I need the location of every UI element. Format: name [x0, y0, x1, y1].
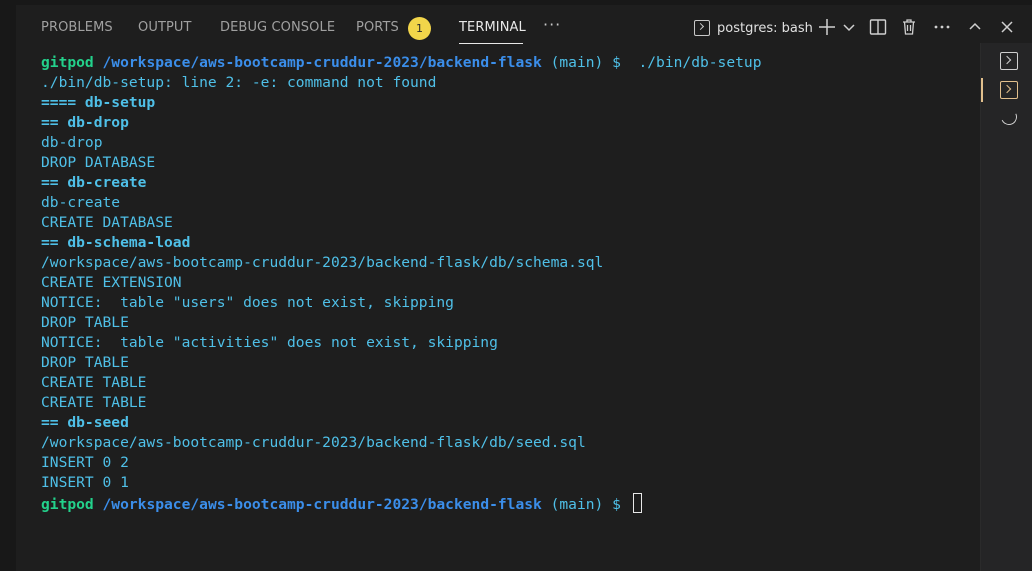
- terminal-text: CREATE TABLE: [41, 374, 147, 391]
- terminal-text: INSERT 0 1: [41, 474, 129, 491]
- prompt-user: gitpod: [41, 496, 94, 513]
- terminal-text: /workspace/aws-bootcamp-cruddur-2023/bac…: [41, 254, 604, 271]
- terminal-line: == db-seed: [41, 413, 981, 433]
- chevron-up-icon[interactable]: [964, 16, 986, 38]
- active-tab-indicator: [459, 43, 523, 44]
- terminal-text: ==== db-setup: [41, 94, 156, 111]
- terminal-text: CREATE TABLE: [41, 394, 147, 411]
- terminal-tab-1[interactable]: [981, 47, 1032, 75]
- terminal-text: DROP TABLE: [41, 354, 129, 371]
- terminal-line: gitpod /workspace/aws-bootcamp-cruddur-2…: [41, 53, 981, 73]
- terminal-text: (main) $ ./bin/db-setup: [541, 54, 762, 71]
- terminal-line: DROP TABLE: [41, 353, 981, 373]
- terminal-text: == db-create: [41, 174, 147, 191]
- ports-count-badge: 1: [408, 17, 431, 40]
- terminal-line: /workspace/aws-bootcamp-cruddur-2023/bac…: [41, 433, 981, 453]
- split-terminal-icon[interactable]: [867, 16, 889, 38]
- terminal-line: NOTICE: table "activities" does not exis…: [41, 333, 981, 353]
- terminal-text: ./bin/db-setup: line 2: -e: command not …: [41, 74, 437, 91]
- terminal-line: == db-create: [41, 173, 981, 193]
- terminal-name: postgres: bash: [717, 20, 813, 36]
- chevron-down-icon[interactable]: [838, 16, 860, 38]
- terminal-text: == db-schema-load: [41, 234, 191, 251]
- tab-problems[interactable]: PROBLEMS: [41, 5, 113, 43]
- prompt-user: gitpod: [41, 54, 94, 71]
- terminal-line: NOTICE: table "users" does not exist, sk…: [41, 293, 981, 313]
- terminal-tab-3[interactable]: [981, 105, 1032, 133]
- prompt-path: /workspace/aws-bootcamp-cruddur-2023/bac…: [102, 54, 542, 71]
- terminal-line: gitpod /workspace/aws-bootcamp-cruddur-2…: [41, 493, 981, 513]
- terminal-line: DROP TABLE: [41, 313, 981, 333]
- prompt-path: /workspace/aws-bootcamp-cruddur-2023/bac…: [102, 496, 542, 513]
- terminal-text: db-drop: [41, 134, 103, 151]
- terminal-line: db-create: [41, 193, 981, 213]
- terminal-text: DROP TABLE: [41, 314, 129, 331]
- terminal-line: INSERT 0 2: [41, 453, 981, 473]
- terminal-text: /workspace/aws-bootcamp-cruddur-2023/bac…: [41, 434, 586, 451]
- panel-tabbar: PROBLEMS OUTPUT DEBUG CONSOLE PORTS 1 TE…: [16, 5, 1032, 44]
- terminal-text: NOTICE: table "users" does not exist, sk…: [41, 294, 454, 311]
- terminal-line: CREATE TABLE: [41, 373, 981, 393]
- close-icon[interactable]: [996, 16, 1018, 38]
- terminal-line: CREATE DATABASE: [41, 213, 981, 233]
- terminal-icon: [1000, 52, 1018, 70]
- terminal-text: (main) $: [541, 496, 630, 513]
- terminal-line: DROP DATABASE: [41, 153, 981, 173]
- tab-output[interactable]: OUTPUT: [138, 5, 192, 43]
- terminal-line: INSERT 0 1: [41, 473, 981, 493]
- terminal-cursor: [632, 493, 642, 513]
- terminal-text: DROP DATABASE: [41, 154, 156, 171]
- tab-ports[interactable]: PORTS: [356, 5, 399, 43]
- terminal-line: /workspace/aws-bootcamp-cruddur-2023/bac…: [41, 253, 981, 273]
- terminal-text: CREATE EXTENSION: [41, 274, 182, 291]
- editor-gutter: [0, 0, 16, 571]
- terminal-icon: [1000, 81, 1018, 99]
- terminal-line: == db-schema-load: [41, 233, 981, 253]
- terminal-line: CREATE TABLE: [41, 393, 981, 413]
- spinner-icon: [998, 106, 1020, 128]
- terminal-text: == db-seed: [41, 414, 129, 431]
- more-views-ellipsis-icon[interactable]: ···: [543, 15, 561, 34]
- terminal-text: INSERT 0 2: [41, 454, 129, 471]
- terminal-line: CREATE EXTENSION: [41, 273, 981, 293]
- bottom-panel: PROBLEMS OUTPUT DEBUG CONSOLE PORTS 1 TE…: [16, 0, 1032, 571]
- trash-icon[interactable]: [898, 16, 920, 38]
- terminal-line: ==== db-setup: [41, 93, 981, 113]
- tab-debug-console[interactable]: DEBUG CONSOLE: [220, 5, 335, 43]
- ellipsis-icon[interactable]: [931, 16, 953, 38]
- terminal-output[interactable]: gitpod /workspace/aws-bootcamp-cruddur-2…: [41, 53, 981, 513]
- terminal-selector[interactable]: postgres: bash: [694, 18, 813, 38]
- terminal-text: == db-drop: [41, 114, 129, 131]
- terminal-text: db-create: [41, 194, 121, 211]
- terminal-line: ./bin/db-setup: line 2: -e: command not …: [41, 73, 981, 93]
- plus-icon[interactable]: [816, 16, 838, 38]
- terminal-icon: [694, 20, 710, 36]
- terminal-text: NOTICE: table "activities" does not exis…: [41, 334, 498, 351]
- terminal-text: CREATE DATABASE: [41, 214, 173, 231]
- terminal-line: == db-drop: [41, 113, 981, 133]
- terminal-tab-2[interactable]: [981, 76, 1032, 104]
- tab-terminal[interactable]: TERMINAL: [459, 5, 526, 43]
- terminal-tabs-rail: [980, 43, 1032, 571]
- terminal-line: db-drop: [41, 133, 981, 153]
